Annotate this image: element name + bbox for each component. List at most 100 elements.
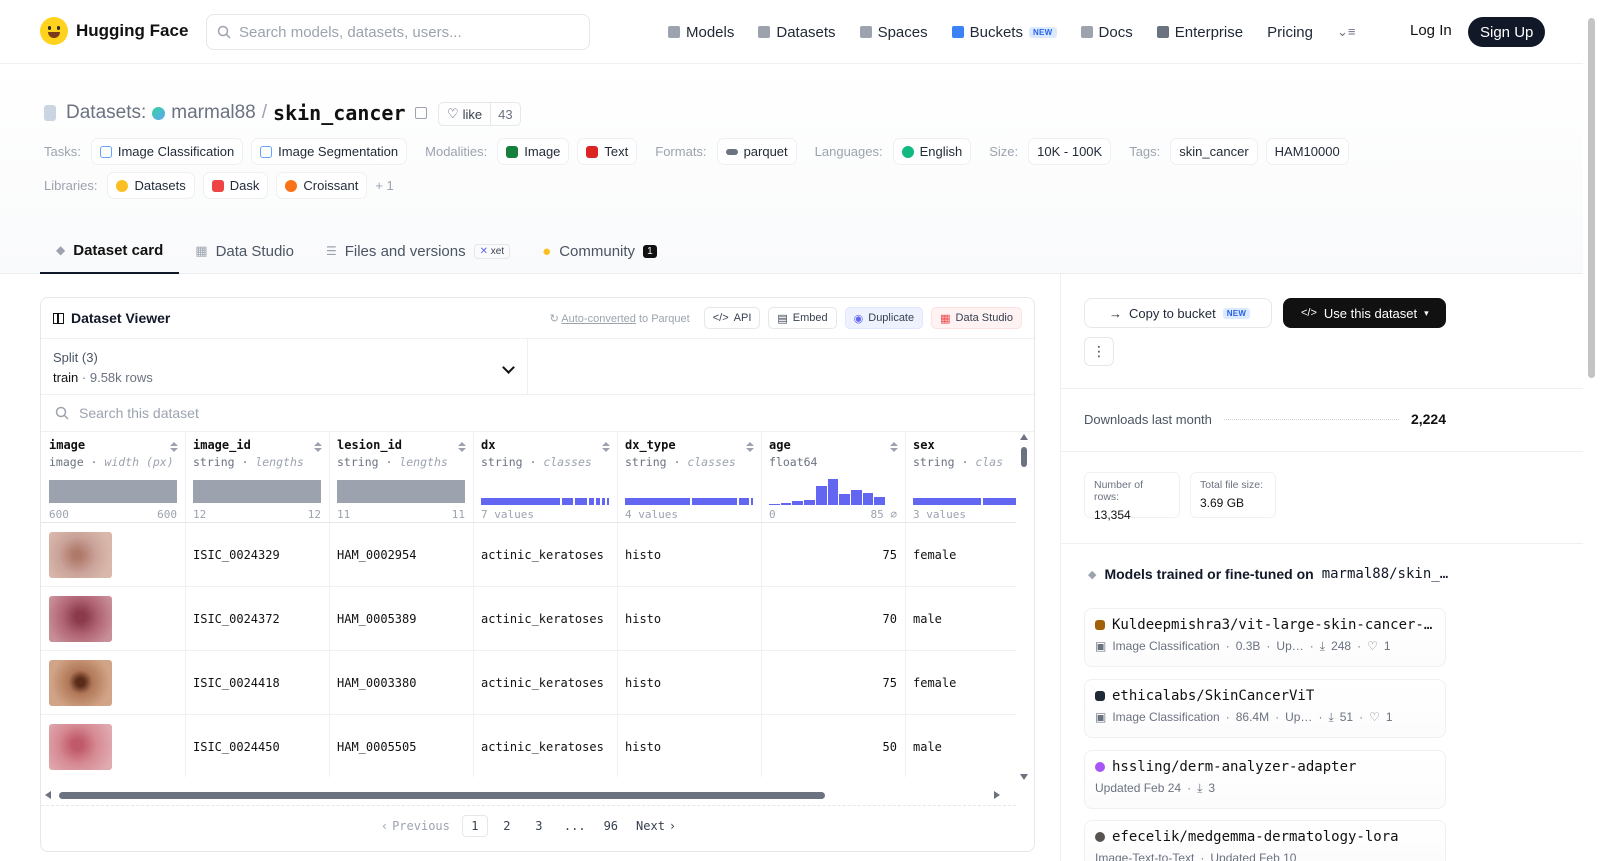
table-cell[interactable]: ISIC_0024450 xyxy=(185,715,329,777)
table-cell[interactable] xyxy=(41,715,185,777)
tag-english[interactable]: English xyxy=(892,138,972,165)
tag-dask[interactable]: Dask xyxy=(202,172,269,199)
tag-image[interactable]: Image xyxy=(497,138,570,165)
page-scrollbar[interactable] xyxy=(1588,18,1595,378)
table-cell[interactable]: actinic_keratoses xyxy=(473,523,617,587)
model-card[interactable]: efecelik/medgemma-dermatology-lora Image… xyxy=(1084,820,1446,861)
sort-icon[interactable] xyxy=(602,442,610,452)
nav-models[interactable]: Models xyxy=(668,24,734,41)
tag-size[interactable]: 10K - 100K xyxy=(1028,138,1112,165)
libraries-more[interactable]: + 1 xyxy=(375,178,393,193)
nav-buckets[interactable]: Buckets NEW xyxy=(951,24,1057,41)
model-name[interactable]: hssling/derm-analyzer-adapter xyxy=(1112,759,1356,775)
duplicate-button[interactable]: ◉ Duplicate xyxy=(844,307,924,329)
model-name[interactable]: ethicalabs/SkinCancerViT xyxy=(1112,688,1314,704)
table-vertical-scrollbar[interactable] xyxy=(1019,432,1029,782)
table-cell[interactable]: 70 xyxy=(761,587,905,651)
tag-ham10000[interactable]: HAM10000 xyxy=(1265,138,1349,165)
table-cell[interactable]: female xyxy=(905,651,1016,715)
split-selector[interactable]: Split (3) train · 9.58k rows xyxy=(41,339,528,394)
table-cell[interactable]: histo xyxy=(617,651,761,715)
auto-converted-link[interactable]: Auto-converted xyxy=(561,313,636,325)
table-cell[interactable]: HAM_0005389 xyxy=(329,587,473,651)
tab-files[interactable]: ☰ Files and versions ✕ xet xyxy=(310,228,526,274)
table-cell[interactable] xyxy=(41,523,185,587)
table-cell[interactable]: actinic_keratoses xyxy=(473,715,617,777)
lesion-thumbnail[interactable] xyxy=(49,723,112,770)
nav-pricing[interactable]: Pricing xyxy=(1267,24,1313,41)
next-page-button[interactable]: Next › xyxy=(630,815,682,837)
page-button-last[interactable]: 96 xyxy=(598,815,624,837)
table-cell[interactable]: 50 xyxy=(761,715,905,777)
owner-avatar[interactable] xyxy=(152,106,166,120)
table-cell[interactable]: HAM_0005505 xyxy=(329,715,473,777)
column-header[interactable]: image image · width (px) 600 600 xyxy=(41,432,185,523)
tab-dataset-card[interactable]: ◆ Dataset card xyxy=(40,228,180,274)
table-cell[interactable]: ISIC_0024372 xyxy=(185,587,329,651)
table-cell[interactable]: HAM_0002954 xyxy=(329,523,473,587)
model-name[interactable]: efecelik/medgemma-dermatology-lora xyxy=(1112,829,1399,845)
scroll-down-arrow-icon[interactable] xyxy=(1020,774,1028,780)
scroll-thumb[interactable] xyxy=(59,792,825,799)
tab-data-studio[interactable]: ▦ Data Studio xyxy=(179,228,310,274)
lesion-thumbnail[interactable] xyxy=(49,595,112,642)
table-cell[interactable]: 75 xyxy=(761,523,905,587)
nav-spaces[interactable]: Spaces xyxy=(859,24,928,41)
column-header[interactable]: dx_type string · classes 4 values xyxy=(617,432,761,523)
column-header[interactable]: sex string · clas 3 values xyxy=(905,432,1016,523)
model-card[interactable]: ethicalabs/SkinCancerViT ▣ Image Classifi… xyxy=(1084,679,1446,738)
tag-text[interactable]: Text xyxy=(577,138,638,165)
table-cell[interactable]: actinic_keratoses xyxy=(473,651,617,715)
page-button-2[interactable]: 2 xyxy=(494,815,520,837)
table-cell[interactable]: actinic_keratoses xyxy=(473,587,617,651)
login-link[interactable]: Log In xyxy=(1410,22,1452,39)
table-cell[interactable]: ISIC_0024329 xyxy=(185,523,329,587)
page-button-3[interactable]: 3 xyxy=(526,815,552,837)
use-dataset-button[interactable]: </> Use this dataset ▾ xyxy=(1283,298,1446,328)
repo-name[interactable]: skin_cancer xyxy=(273,101,405,125)
lesion-thumbnail[interactable] xyxy=(49,659,112,706)
table-cell[interactable]: histo xyxy=(617,715,761,777)
column-header[interactable]: image_id string · lengths 12 12 xyxy=(185,432,329,523)
column-header[interactable]: age float64 0 85 ⌀ xyxy=(761,432,905,523)
lesion-thumbnail[interactable] xyxy=(49,531,112,578)
like-button[interactable]: ♡ like 43 xyxy=(438,102,521,126)
home-link[interactable]: Hugging Face xyxy=(40,17,188,45)
table-cell[interactable] xyxy=(41,651,185,715)
previous-page-button[interactable]: ‹ Previous xyxy=(375,815,456,837)
model-card[interactable]: Kuldeepmishra3/vit-large-skin-cancer-… ▣… xyxy=(1084,608,1446,667)
tab-community[interactable]: ● Community 1 xyxy=(526,228,672,274)
table-cell[interactable]: male xyxy=(905,715,1016,777)
like-count[interactable]: 43 xyxy=(491,107,519,122)
scroll-thumb[interactable] xyxy=(1021,447,1027,467)
table-cell[interactable]: histo xyxy=(617,523,761,587)
data-studio-button[interactable]: ▦ Data Studio xyxy=(931,307,1022,329)
signup-button[interactable]: Sign Up xyxy=(1468,17,1546,47)
sort-icon[interactable] xyxy=(170,442,178,452)
sort-icon[interactable] xyxy=(746,442,754,452)
global-search-input[interactable]: Search models, datasets, users... xyxy=(206,14,590,50)
table-horizontal-scrollbar[interactable] xyxy=(45,789,1000,801)
table-cell[interactable]: HAM_0003380 xyxy=(329,651,473,715)
table-cell[interactable]: male xyxy=(905,587,1016,651)
more-options-button[interactable]: ⋮ xyxy=(1084,337,1114,366)
owner-link[interactable]: marmal88 xyxy=(171,102,255,124)
table-cell[interactable]: ISIC_0024418 xyxy=(185,651,329,715)
tag-image-classification[interactable]: Image Classification xyxy=(90,138,244,165)
api-button[interactable]: </> API xyxy=(703,307,761,329)
copy-icon[interactable] xyxy=(415,107,428,119)
column-header[interactable]: lesion_id string · lengths 11 11 xyxy=(329,432,473,523)
page-button-1[interactable]: 1 xyxy=(461,814,488,837)
model-card[interactable]: hssling/derm-analyzer-adapter Updated Fe… xyxy=(1084,750,1446,809)
sort-icon[interactable] xyxy=(458,442,466,452)
embed-button[interactable]: ▤ Embed xyxy=(768,307,837,329)
sort-icon[interactable] xyxy=(314,442,322,452)
table-cell[interactable]: 75 xyxy=(761,651,905,715)
scroll-up-arrow-icon[interactable] xyxy=(1020,434,1028,440)
tag-datasets[interactable]: Datasets xyxy=(107,172,195,199)
table-cell[interactable]: histo xyxy=(617,587,761,651)
tag-image-segmentation[interactable]: Image Segmentation xyxy=(251,138,408,165)
section-label[interactable]: Datasets: xyxy=(66,102,146,124)
column-header[interactable]: dx string · classes 7 values xyxy=(473,432,617,523)
dataset-search-input[interactable]: Search this dataset xyxy=(41,395,1034,432)
